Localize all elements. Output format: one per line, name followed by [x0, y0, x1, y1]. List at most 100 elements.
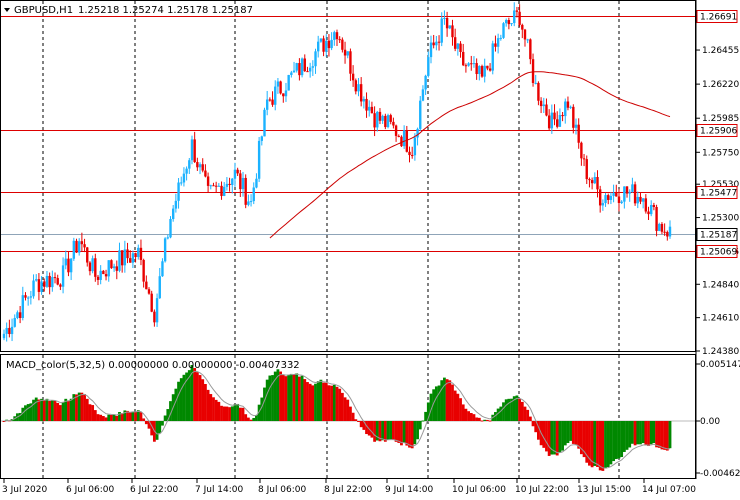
- macd-bar: [391, 421, 395, 440]
- candle-body: [314, 51, 317, 67]
- candle-body: [80, 241, 84, 245]
- macd-bar: [566, 421, 570, 444]
- macd-bar: [303, 379, 307, 421]
- candle-body: [566, 101, 570, 108]
- candle-body: [88, 262, 92, 272]
- candle-body: [343, 49, 347, 56]
- level-label: 1.25477: [700, 189, 737, 199]
- candle-body: [443, 17, 446, 19]
- candle-body: [620, 201, 623, 203]
- candle-body: [666, 232, 669, 237]
- macd-bar: [155, 421, 159, 440]
- candle-body: [233, 169, 237, 179]
- macd-bar: [174, 388, 178, 421]
- macd-bar: [349, 406, 352, 421]
- macd-bar: [641, 421, 645, 444]
- candle-body: [572, 106, 575, 128]
- candles: [2, 2, 672, 342]
- time-label: 10 Jul 06:00: [452, 485, 506, 495]
- moving-average-line: [269, 71, 671, 239]
- macd-bar: [448, 380, 452, 421]
- candle-body: [424, 75, 427, 90]
- macd-bar: [287, 374, 291, 421]
- macd-bar: [499, 406, 503, 421]
- candle-body: [365, 98, 368, 111]
- macd-bar: [477, 417, 481, 421]
- chart-canvas[interactable]: GBPUSD,H1 1.25218 1.25274 1.25178 1.2518…: [0, 0, 740, 500]
- candle-body: [45, 275, 49, 287]
- level-label: 1.26691: [700, 13, 737, 23]
- macd-axis: 0.0051472 0.00 -0.004623: [696, 360, 740, 479]
- candle-body: [16, 312, 19, 318]
- dropdown-triangle-icon[interactable]: [4, 8, 10, 12]
- candle-body: [351, 73, 355, 81]
- symbol-label: GBPUSD,H1: [14, 5, 73, 16]
- candle-body: [174, 200, 178, 209]
- macd-bar: [99, 414, 103, 421]
- candle-body: [384, 115, 387, 128]
- candle-body: [585, 159, 588, 180]
- macd-bar: [526, 409, 530, 421]
- macd-axis-min: -0.004623: [700, 469, 740, 479]
- candle-body: [488, 68, 492, 71]
- candle-body: [456, 43, 460, 49]
- price-label: 1.24380: [702, 347, 739, 357]
- macd-bar: [300, 375, 304, 421]
- candle-body: [177, 182, 180, 201]
- macd-bar: [85, 398, 89, 421]
- macd-bar: [340, 392, 344, 421]
- level-label: 1.25069: [700, 248, 737, 258]
- candle-body: [593, 176, 597, 184]
- candle-body: [249, 201, 253, 203]
- candle-body: [400, 136, 403, 147]
- candle-body: [362, 98, 366, 102]
- macd-bar: [628, 421, 632, 448]
- candle-body: [437, 41, 441, 43]
- candle-body: [86, 247, 89, 263]
- candle-body: [153, 311, 156, 323]
- candle-body: [354, 80, 357, 92]
- candle-body: [51, 277, 54, 288]
- candle-body: [303, 58, 306, 72]
- macd-bar: [53, 400, 57, 421]
- candle-body: [408, 151, 411, 156]
- macd-bar: [61, 401, 65, 421]
- candle-body: [612, 192, 615, 196]
- candle-body: [99, 270, 102, 280]
- macd-bar: [531, 421, 535, 427]
- candle-body: [349, 51, 352, 74]
- candle-body: [94, 258, 97, 277]
- candle-body: [453, 37, 457, 49]
- macd-bar: [279, 371, 283, 421]
- macd-bar: [252, 417, 256, 421]
- macd-bar: [118, 411, 121, 421]
- macd-bar: [485, 419, 489, 421]
- candle-body: [155, 298, 159, 323]
- macd-bar: [316, 381, 320, 421]
- candle-body: [357, 84, 360, 92]
- time-label: 10 Jul 22:00: [515, 485, 569, 495]
- candle-body: [617, 196, 621, 203]
- candle-body: [220, 185, 223, 196]
- candle-body: [644, 198, 648, 212]
- macd-bar: [120, 413, 124, 421]
- candle-body: [102, 270, 105, 275]
- candle-body: [8, 327, 11, 335]
- candle-body: [290, 72, 293, 75]
- macd-bar: [69, 398, 73, 421]
- candle-body: [147, 289, 151, 294]
- candle-body: [204, 170, 207, 177]
- candle-body: [448, 25, 451, 29]
- macd-bar: [311, 385, 315, 421]
- candle-body: [276, 81, 280, 87]
- candle-body: [464, 65, 468, 67]
- price-axis: 1.264551.262201.259851.257501.255301.253…: [696, 46, 739, 357]
- candle-body: [21, 295, 24, 318]
- time-label: 7 Jul 14:00: [195, 485, 244, 495]
- macd-bar: [104, 417, 108, 421]
- candle-body: [317, 41, 320, 52]
- candle-body: [526, 39, 529, 41]
- time-label: 6 Jul 06:00: [66, 485, 115, 495]
- macd-bar: [660, 421, 664, 450]
- candle-body: [327, 40, 331, 49]
